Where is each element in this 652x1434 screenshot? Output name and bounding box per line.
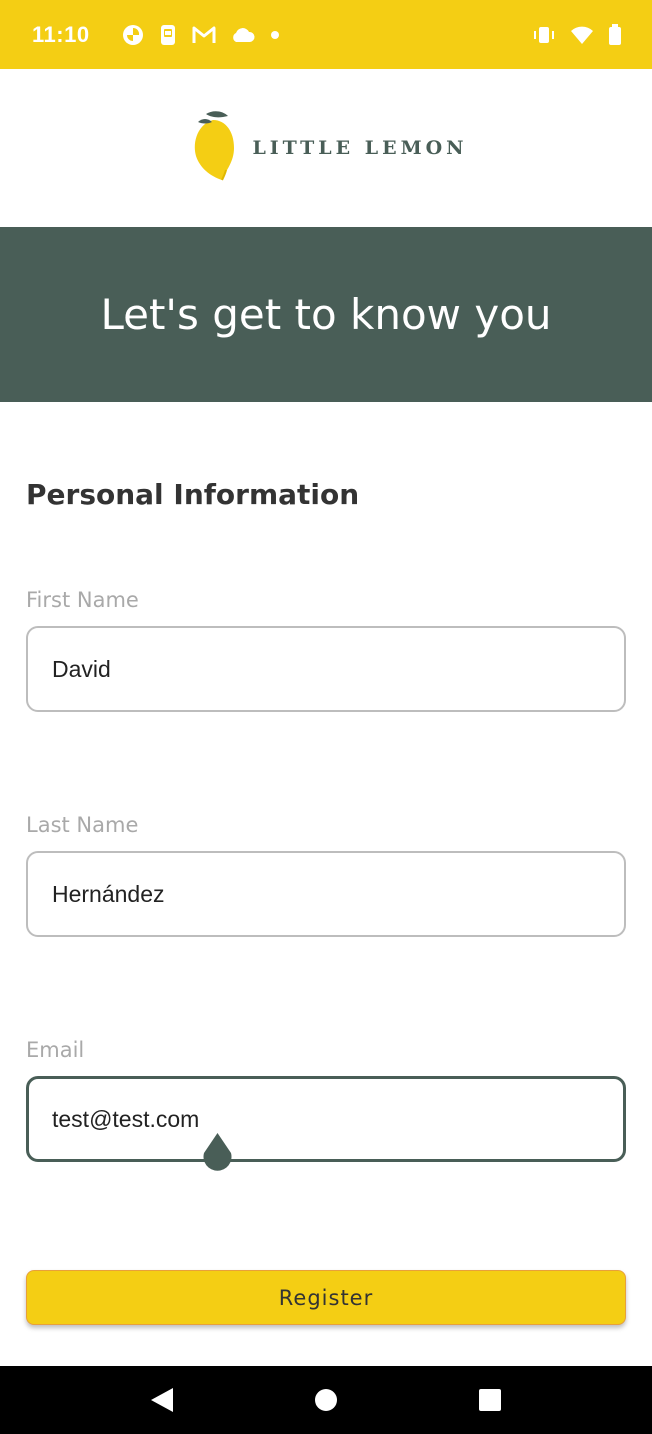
app-header: LITTLE LEMON (0, 69, 652, 227)
dot-icon (270, 30, 280, 40)
back-icon[interactable] (137, 1375, 187, 1425)
gmail-icon (192, 25, 216, 45)
home-icon[interactable] (301, 1375, 351, 1425)
recents-icon[interactable] (465, 1375, 515, 1425)
email-label: Email (26, 1038, 85, 1062)
email-input[interactable] (26, 1076, 626, 1162)
battery-icon (608, 23, 622, 46)
cloud-icon (230, 26, 256, 44)
hero-banner: Let's get to know you (0, 227, 652, 402)
section-title: Personal Information (26, 478, 360, 511)
navigation-bar (0, 1366, 652, 1434)
little-lemon-logo: LITTLE LEMON (192, 110, 467, 187)
status-right-group (532, 23, 622, 46)
phone-screen-icon (158, 24, 178, 46)
pinwheel-app-icon (122, 24, 144, 46)
hero-title: Let's get to know you (100, 290, 552, 339)
first-name-input[interactable] (26, 626, 626, 712)
text-cursor-handle[interactable] (201, 1131, 234, 1175)
last-name-input[interactable] (26, 851, 626, 937)
status-left-group: 11:10 (32, 22, 280, 48)
register-button[interactable]: Register (26, 1270, 626, 1325)
first-name-label: First Name (26, 588, 139, 612)
brand-name: LITTLE LEMON (252, 137, 468, 159)
lemon-icon (192, 110, 238, 187)
vibrate-icon (532, 25, 556, 45)
status-time: 11:10 (32, 21, 90, 47)
app-screen: 11:10 LITTLE LEMON Let's get to know you… (0, 0, 652, 1434)
last-name-label: Last Name (26, 813, 139, 837)
wifi-icon (570, 25, 594, 45)
status-bar: 11:10 (0, 0, 652, 69)
